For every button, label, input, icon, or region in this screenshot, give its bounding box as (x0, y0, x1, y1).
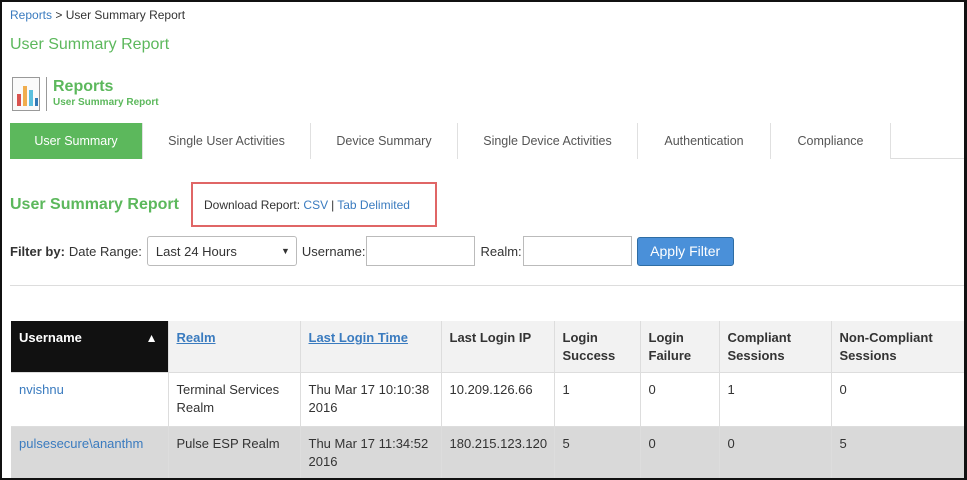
reports-header: Reports User Summary Report (12, 76, 159, 112)
column-header-last-login-ip: Last Login IP (441, 321, 555, 373)
cell-login-success: 5 (554, 426, 641, 478)
filter-bar: Filter by: Date Range: Last 24 Hours ▼ U… (10, 235, 734, 267)
reports-header-text: Reports User Summary Report (53, 78, 159, 110)
date-range-value: Last 24 Hours (155, 243, 237, 259)
date-range-label: Date Range: (68, 243, 142, 259)
realm-input[interactable] (522, 236, 632, 266)
section-title: User Summary Report (10, 196, 179, 213)
breadcrumb-current: User Summary Report (65, 8, 186, 22)
cell-compliant-sessions: 0 (719, 426, 832, 478)
column-header-link[interactable]: Last Login Time (309, 330, 408, 345)
table-row: nvishnu Terminal Services Realm Thu Mar … (11, 372, 964, 427)
date-range-select[interactable]: Last 24 Hours ▼ (146, 236, 297, 266)
breadcrumb: Reports > User Summary Report (10, 8, 185, 22)
tab-authentication[interactable]: Authentication (638, 123, 771, 159)
username-input[interactable] (366, 236, 476, 266)
report-chart-icon (12, 77, 40, 111)
column-header-link[interactable]: Realm (177, 330, 216, 345)
column-header-non-compliant-sessions: Non-Compliant Sessions (831, 321, 964, 373)
breadcrumb-separator: > (55, 8, 63, 22)
tab-user-summary[interactable]: User Summary (10, 123, 143, 159)
reports-subtitle: User Summary Report (53, 97, 159, 108)
tab-delimited-download-link[interactable]: Tab Delimited (337, 198, 410, 212)
cell-last-login-ip: 10.209.126.66 (441, 372, 555, 427)
download-report-box: Download Report: CSV | Tab Delimited (191, 182, 437, 227)
cell-realm: Terminal Services Realm (168, 372, 301, 427)
column-header-label: Username (19, 330, 82, 345)
cell-last-login-ip: 180.215.123.120 (441, 426, 555, 478)
cell-last-login-time: Thu Mar 17 11:34:52 2016 (300, 426, 442, 478)
reports-title: Reports (53, 78, 114, 95)
download-separator: | (331, 197, 335, 212)
header-divider (46, 77, 47, 111)
column-header-realm[interactable]: Realm (168, 321, 301, 373)
csv-download-link[interactable]: CSV (303, 198, 328, 212)
sort-ascending-icon: ▲ (145, 331, 158, 345)
cell-realm: Pulse ESP Realm (168, 426, 301, 478)
cell-last-login-time: Thu Mar 17 10:10:38 2016 (300, 372, 442, 427)
cell-non-compliant-sessions: 5 (831, 426, 964, 478)
cell-non-compliant-sessions: 0 (831, 372, 964, 427)
column-header-compliant-sessions: Compliant Sessions (719, 321, 832, 373)
user-summary-table: Username ▲ Realm Last Login Time Last Lo… (11, 321, 964, 478)
page-title: User Summary Report (10, 36, 170, 53)
tab-device-summary[interactable]: Device Summary (311, 123, 458, 159)
column-header-login-failure: Login Failure (640, 321, 720, 373)
cell-login-success: 1 (554, 372, 641, 427)
username-link[interactable]: nvishnu (19, 382, 64, 397)
tab-single-device-activities[interactable]: Single Device Activities (458, 123, 638, 159)
column-header-login-success: Login Success (554, 321, 641, 373)
chevron-down-icon: ▼ (280, 246, 290, 256)
tab-single-user-activities[interactable]: Single User Activities (143, 123, 311, 159)
divider (10, 285, 964, 286)
breadcrumb-reports-link[interactable]: Reports (10, 8, 52, 22)
realm-label: Realm: (480, 243, 522, 259)
apply-filter-button[interactable]: Apply Filter (636, 236, 734, 266)
report-tabs: User Summary Single User Activities Devi… (10, 123, 964, 159)
table-row: pulsesecure\ananthm Pulse ESP Realm Thu … (11, 426, 964, 478)
table-header-row: Username ▲ Realm Last Login Time Last Lo… (11, 321, 964, 373)
tab-compliance[interactable]: Compliance (771, 123, 891, 159)
cell-username: pulsesecure\ananthm (11, 426, 169, 478)
username-link[interactable]: pulsesecure\ananthm (19, 436, 143, 451)
column-header-username[interactable]: Username ▲ (11, 321, 169, 373)
username-label: Username: (301, 243, 366, 259)
column-header-last-login-time[interactable]: Last Login Time (300, 321, 442, 373)
download-label: Download Report: (204, 197, 301, 212)
cell-login-failure: 0 (640, 372, 720, 427)
cell-username: nvishnu (11, 372, 169, 427)
app-window: Reports > User Summary Report User Summa… (0, 0, 967, 480)
filter-by-label: Filter by: (10, 243, 65, 259)
cell-compliant-sessions: 1 (719, 372, 832, 427)
cell-login-failure: 0 (640, 426, 720, 478)
